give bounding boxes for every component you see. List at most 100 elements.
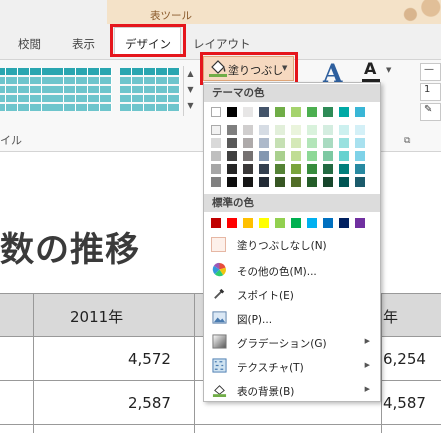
standard-color-swatch[interactable] bbox=[259, 218, 269, 228]
tab-layout[interactable]: レイアウト bbox=[193, 36, 251, 52]
theme-color-swatch[interactable] bbox=[291, 177, 301, 187]
table-cell[interactable]: 4,587 bbox=[383, 394, 426, 412]
theme-color-swatch[interactable] bbox=[339, 107, 349, 117]
theme-color-swatch[interactable] bbox=[323, 177, 333, 187]
standard-color-swatch[interactable] bbox=[339, 218, 349, 228]
theme-color-swatch[interactable] bbox=[323, 164, 333, 174]
table-cell[interactable]: 2,587 bbox=[128, 394, 171, 412]
theme-color-swatch[interactable] bbox=[355, 138, 365, 148]
theme-color-swatch[interactable] bbox=[307, 107, 317, 117]
theme-color-swatch[interactable] bbox=[307, 151, 317, 161]
standard-color-swatch[interactable] bbox=[355, 218, 365, 228]
theme-color-swatch[interactable] bbox=[259, 164, 269, 174]
theme-color-swatch[interactable] bbox=[243, 177, 253, 187]
theme-color-swatch[interactable] bbox=[307, 164, 317, 174]
theme-color-swatch[interactable] bbox=[211, 151, 221, 161]
theme-color-swatch[interactable] bbox=[275, 125, 285, 135]
theme-color-swatch[interactable] bbox=[243, 107, 253, 117]
theme-color-swatch[interactable] bbox=[259, 138, 269, 148]
theme-color-swatch[interactable] bbox=[339, 125, 349, 135]
theme-color-swatch[interactable] bbox=[211, 164, 221, 174]
theme-color-swatch[interactable] bbox=[211, 107, 221, 117]
theme-color-swatch[interactable] bbox=[243, 164, 253, 174]
theme-color-swatch[interactable] bbox=[339, 151, 349, 161]
tab-view[interactable]: 表示 bbox=[72, 36, 95, 52]
theme-color-swatch[interactable] bbox=[355, 107, 365, 117]
table-style-thumb-1[interactable] bbox=[0, 68, 54, 112]
font-color-caret-icon[interactable]: ▼ bbox=[386, 66, 391, 74]
theme-color-swatch[interactable] bbox=[355, 151, 365, 161]
font-color-icon[interactable]: A bbox=[364, 59, 376, 78]
menu-item-table-background[interactable]: 表の背景(B) ▶ bbox=[204, 379, 380, 401]
menu-item-gradient[interactable]: グラデーション(G) ▶ bbox=[204, 331, 380, 353]
menu-item-picture[interactable]: 図(P)... bbox=[204, 307, 380, 329]
theme-color-swatch[interactable] bbox=[323, 125, 333, 135]
standard-color-swatch[interactable] bbox=[243, 218, 253, 228]
pen-color-box[interactable]: ✎ bbox=[420, 103, 441, 121]
table-cell[interactable]: 6,254 bbox=[383, 350, 426, 368]
theme-color-swatch[interactable] bbox=[227, 107, 237, 117]
theme-color-swatch[interactable] bbox=[227, 164, 237, 174]
theme-color-swatch[interactable] bbox=[307, 177, 317, 187]
theme-color-swatch[interactable] bbox=[275, 177, 285, 187]
theme-color-swatch[interactable] bbox=[275, 107, 285, 117]
theme-color-swatch[interactable] bbox=[339, 138, 349, 148]
standard-color-swatch[interactable] bbox=[323, 218, 333, 228]
theme-color-swatch[interactable] bbox=[323, 107, 333, 117]
theme-color-swatch[interactable] bbox=[259, 151, 269, 161]
menu-item-eyedropper[interactable]: スポイト(E) bbox=[204, 283, 380, 305]
theme-color-swatch[interactable] bbox=[339, 164, 349, 174]
theme-color-swatch[interactable] bbox=[211, 125, 221, 135]
theme-color-swatch[interactable] bbox=[275, 138, 285, 148]
table-styles-scroll[interactable]: ▲ ▼ ▼ bbox=[183, 66, 197, 116]
theme-color-swatch[interactable] bbox=[243, 138, 253, 148]
theme-color-swatch[interactable] bbox=[211, 177, 221, 187]
table-cell[interactable]: 4,572 bbox=[128, 350, 171, 368]
dialog-launcher-icon[interactable]: ⧉ bbox=[404, 136, 410, 146]
pen-weight-box[interactable]: 1 bbox=[420, 83, 441, 101]
theme-color-swatch[interactable] bbox=[307, 138, 317, 148]
theme-color-swatch[interactable] bbox=[259, 107, 269, 117]
table-style-thumb-3[interactable] bbox=[120, 68, 180, 112]
pen-style-box[interactable]: — bbox=[420, 63, 441, 81]
table-header-cell[interactable]: 2011年 bbox=[70, 306, 123, 327]
theme-color-swatch[interactable] bbox=[291, 138, 301, 148]
table-header-cell[interactable]: 年 bbox=[383, 306, 398, 327]
menu-item-more-colors[interactable]: その他の色(M)... bbox=[204, 259, 380, 281]
theme-color-swatch[interactable] bbox=[323, 138, 333, 148]
menu-item-no-fill[interactable]: 塗りつぶしなし(N) bbox=[204, 233, 380, 255]
theme-color-swatch[interactable] bbox=[211, 138, 221, 148]
theme-color-swatch[interactable] bbox=[355, 177, 365, 187]
standard-color-swatch[interactable] bbox=[227, 218, 237, 228]
standard-color-swatch[interactable] bbox=[307, 218, 317, 228]
theme-color-swatch[interactable] bbox=[227, 125, 237, 135]
scroll-down-icon[interactable]: ▼ bbox=[184, 82, 197, 98]
menu-item-texture[interactable]: テクスチャ(T) ▶ bbox=[204, 355, 380, 377]
theme-color-swatch[interactable] bbox=[227, 151, 237, 161]
scroll-up-icon[interactable]: ▲ bbox=[184, 66, 197, 82]
theme-color-swatch[interactable] bbox=[307, 125, 317, 135]
theme-color-swatch[interactable] bbox=[275, 151, 285, 161]
theme-color-swatch[interactable] bbox=[339, 177, 349, 187]
table-background-icon bbox=[212, 385, 227, 397]
standard-color-swatch[interactable] bbox=[275, 218, 285, 228]
theme-color-swatch[interactable] bbox=[355, 164, 365, 174]
standard-color-swatch[interactable] bbox=[291, 218, 301, 228]
theme-color-swatch[interactable] bbox=[227, 177, 237, 187]
theme-color-swatch[interactable] bbox=[243, 125, 253, 135]
standard-color-swatch[interactable] bbox=[211, 218, 221, 228]
more-styles-icon[interactable]: ▼ bbox=[184, 98, 197, 114]
table-style-thumb-2[interactable] bbox=[52, 68, 112, 112]
theme-color-swatch[interactable] bbox=[291, 151, 301, 161]
theme-color-swatch[interactable] bbox=[259, 177, 269, 187]
theme-color-swatch[interactable] bbox=[291, 164, 301, 174]
tab-review[interactable]: 校閲 bbox=[18, 36, 41, 52]
theme-color-swatch[interactable] bbox=[355, 125, 365, 135]
theme-color-swatch[interactable] bbox=[291, 107, 301, 117]
theme-color-swatch[interactable] bbox=[275, 164, 285, 174]
theme-color-swatch[interactable] bbox=[227, 138, 237, 148]
theme-color-swatch[interactable] bbox=[291, 125, 301, 135]
theme-color-swatch[interactable] bbox=[259, 125, 269, 135]
theme-color-swatch[interactable] bbox=[323, 151, 333, 161]
theme-color-swatch[interactable] bbox=[243, 151, 253, 161]
